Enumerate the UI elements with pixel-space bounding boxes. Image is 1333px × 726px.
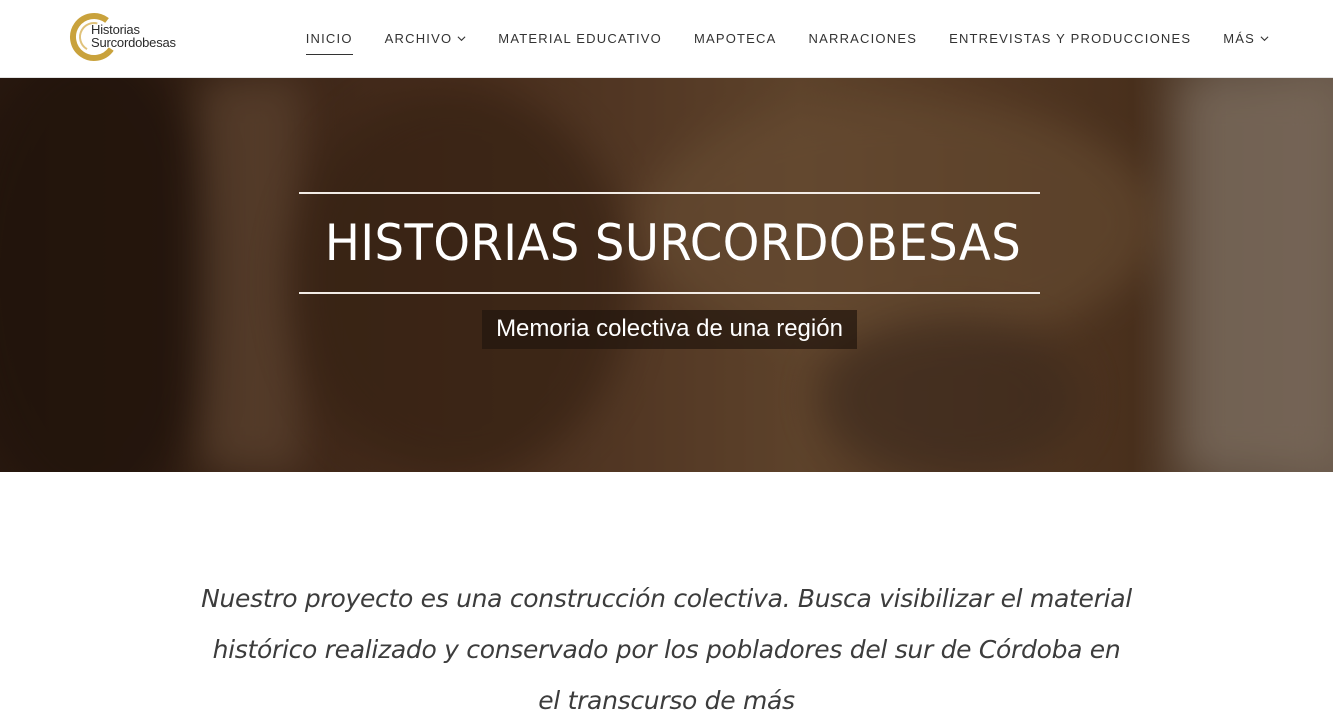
site-logo[interactable]: Historias Surcordobesas xyxy=(69,12,189,64)
nav-item-material-educativo[interactable]: MATERIAL EDUCATIVO xyxy=(498,27,662,51)
nav-item-label: MATERIAL EDUCATIVO xyxy=(498,31,662,46)
nav-item-label: NARRACIONES xyxy=(808,31,918,46)
nav-item-inicio[interactable]: INICIO xyxy=(305,27,353,55)
nav-item-narraciones[interactable]: NARRACIONES xyxy=(809,27,918,51)
hero-rule-bottom xyxy=(299,292,1040,294)
main-nav: INICIO ARCHIVO MATERIAL EDUCATIVO MAPOTE… xyxy=(274,0,1269,77)
hero-banner: HISTORIAS SURCORDOBESAS Memoria colectiv… xyxy=(0,78,1333,472)
chevron-down-icon xyxy=(1260,36,1269,42)
nav-item-entrevistas[interactable]: ENTREVISTAS Y PRODUCCIONES xyxy=(949,27,1191,51)
site-header: Historias Surcordobesas INICIO ARCHIVO M… xyxy=(0,0,1333,78)
nav-item-label: MAPOTECA xyxy=(693,31,777,46)
chevron-down-icon xyxy=(457,36,466,42)
nav-item-label: ENTREVISTAS Y PRODUCCIONES xyxy=(949,31,1192,46)
logo-line-2: Surcordobesas xyxy=(91,35,176,50)
intro-paragraph: Nuestro proyecto es una construcción col… xyxy=(201,584,1132,715)
nav-item-label: MÁS xyxy=(1223,31,1255,46)
nav-item-archivo[interactable]: ARCHIVO xyxy=(385,27,467,51)
nav-item-label: ARCHIVO xyxy=(384,31,453,46)
logo-text: Historias Surcordobesas xyxy=(91,23,176,49)
nav-item-mapoteca[interactable]: MAPOTECA xyxy=(694,27,777,51)
hero-title: HISTORIAS SURCORDOBESAS xyxy=(324,214,1022,272)
hero-content: HISTORIAS SURCORDOBESAS Memoria colectiv… xyxy=(299,192,1040,349)
hero-subtitle: Memoria colectiva de una región xyxy=(482,310,857,349)
nav-item-label: INICIO xyxy=(305,31,353,46)
nav-item-mas[interactable]: MÁS xyxy=(1223,27,1269,51)
